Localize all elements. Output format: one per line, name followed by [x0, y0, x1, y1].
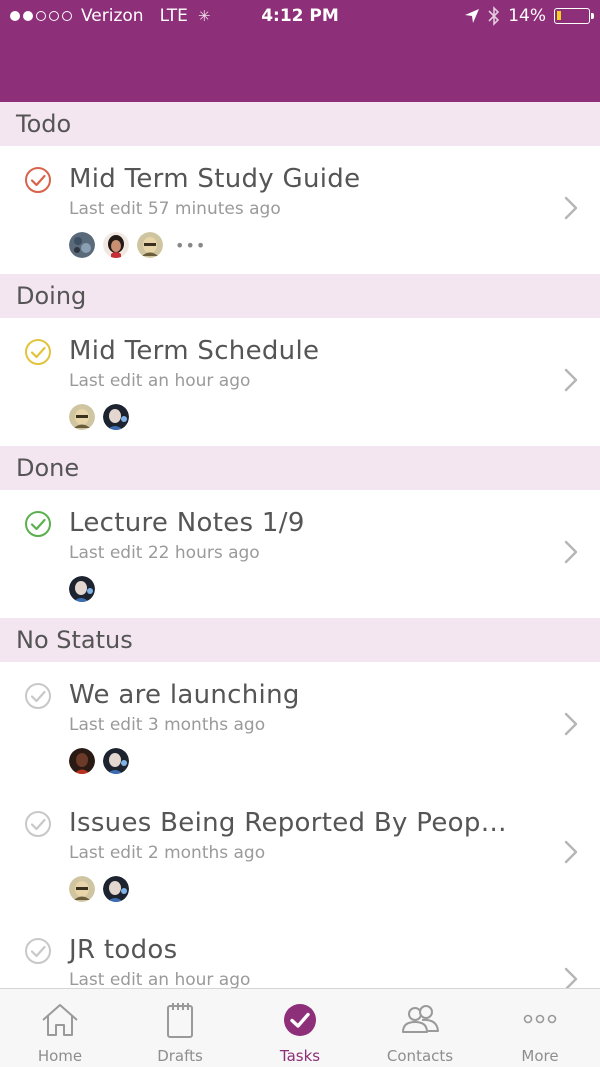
collaborator-avatars: [69, 576, 95, 602]
avatar: [69, 232, 95, 258]
avatar: [69, 748, 95, 774]
task-title: Mid Term Study Guide: [69, 164, 361, 194]
collaborator-avatars: [69, 404, 129, 430]
tab-label: Contacts: [386, 1047, 454, 1065]
tab-label: Home: [37, 1047, 83, 1065]
chevron-right-icon[interactable]: [564, 712, 578, 736]
avatar: [69, 576, 95, 602]
tab-drafts[interactable]: Drafts: [120, 989, 240, 1067]
chevron-right-icon[interactable]: [564, 840, 578, 864]
battery-level: [557, 11, 561, 20]
task-last-edit: Last edit 2 months ago: [69, 843, 266, 863]
section-header-doing: Doing: [0, 274, 600, 318]
check-circle-icon[interactable]: [24, 810, 52, 838]
tab-contacts[interactable]: Contacts: [360, 989, 480, 1067]
status-bar: Verizon LTE ✳ 4:12 PM 14%: [0, 0, 600, 34]
task-row[interactable]: Lecture Notes 1/9 Last edit 22 hours ago: [0, 490, 600, 618]
task-row[interactable]: We are launching Last edit 3 months ago: [0, 662, 600, 790]
task-title: Issues Being Reported By Peop…: [69, 808, 507, 838]
battery-percent: 14%: [508, 6, 546, 26]
battery-icon: [554, 8, 594, 24]
chevron-right-icon[interactable]: [564, 368, 578, 392]
section-header-todo: Todo: [0, 102, 600, 146]
task-last-edit: Last edit 57 minutes ago: [69, 199, 281, 219]
tab-more[interactable]: More: [480, 989, 600, 1067]
status-right: 14%: [464, 6, 594, 26]
tab-label: Drafts: [157, 1047, 203, 1065]
tab-label: Tasks: [279, 1047, 321, 1065]
task-title: JR todos: [69, 935, 178, 965]
avatar: [103, 404, 129, 430]
task-title: Mid Term Schedule: [69, 336, 320, 366]
avatar: [103, 876, 129, 902]
collaborator-avatars: [69, 876, 129, 902]
check-circle-icon[interactable]: [24, 338, 52, 366]
avatar: [103, 748, 129, 774]
bluetooth-icon: [488, 6, 500, 26]
task-row[interactable]: Mid Term Schedule Last edit an hour ago: [0, 318, 600, 446]
section-header-done: Done: [0, 446, 600, 490]
home-icon[interactable]: [40, 1001, 80, 1039]
task-last-edit: Last edit 3 months ago: [69, 715, 266, 735]
tab-tasks[interactable]: Tasks: [240, 989, 360, 1067]
location-arrow-icon: [465, 9, 480, 23]
avatar: [69, 876, 95, 902]
tab-bar: Home Drafts Tasks Contacts More: [0, 988, 600, 1067]
task-last-edit: Last edit 22 hours ago: [69, 543, 260, 563]
more-collaborators-indicator[interactable]: •••: [175, 236, 206, 255]
task-last-edit: Last edit an hour ago: [69, 371, 251, 391]
check-circle-icon[interactable]: [24, 510, 52, 538]
chevron-right-icon[interactable]: [564, 196, 578, 220]
collaborator-avatars: •••: [69, 232, 206, 258]
tab-label: More: [521, 1047, 559, 1065]
avatar: [137, 232, 163, 258]
contacts-icon[interactable]: [400, 1001, 440, 1039]
check-circle-icon[interactable]: [24, 166, 52, 194]
tab-home[interactable]: Home: [0, 989, 120, 1067]
section-header-no-status: No Status: [0, 618, 600, 662]
check-circle-icon[interactable]: [280, 1001, 320, 1039]
check-circle-icon[interactable]: [24, 682, 52, 710]
task-row[interactable]: Issues Being Reported By Peop… Last edit…: [0, 790, 600, 918]
notepad-icon[interactable]: [160, 1001, 200, 1039]
avatar: [69, 404, 95, 430]
more-icon[interactable]: [520, 1001, 560, 1039]
chevron-right-icon[interactable]: [564, 540, 578, 564]
avatar: [103, 232, 129, 258]
task-last-edit: Last edit an hour ago: [69, 970, 251, 990]
app-header: Verizon LTE ✳ 4:12 PM 14%: [0, 0, 600, 102]
collaborator-avatars: [69, 748, 129, 774]
task-row[interactable]: Mid Term Study Guide Last edit 57 minute…: [0, 146, 600, 274]
task-title: Lecture Notes 1/9: [69, 508, 305, 538]
check-circle-icon[interactable]: [24, 937, 52, 965]
task-title: We are launching: [69, 680, 300, 710]
